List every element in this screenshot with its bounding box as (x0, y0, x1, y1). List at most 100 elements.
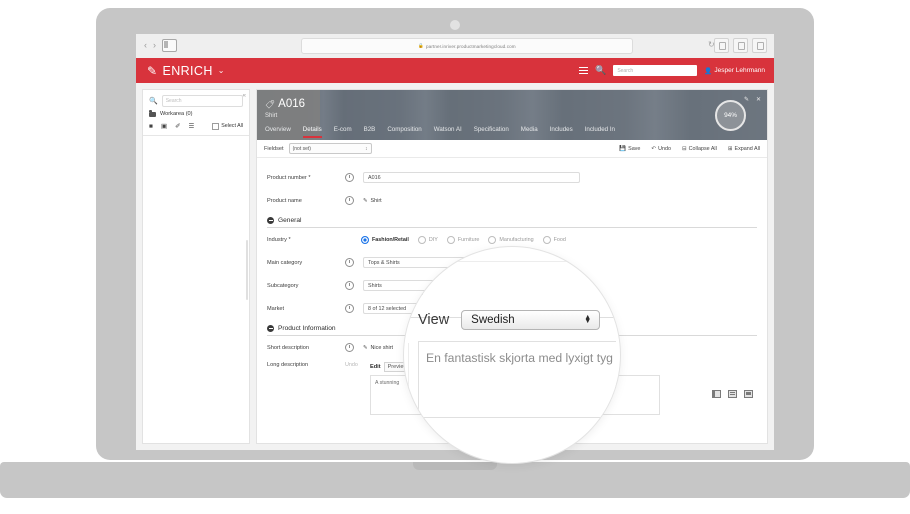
hamburger-icon[interactable] (579, 67, 588, 75)
select-all-checkbox[interactable] (212, 123, 219, 130)
radio-diy[interactable]: DIY (418, 236, 438, 244)
radio-dot (488, 236, 496, 244)
grid-view-icon[interactable]: ■ (149, 123, 153, 130)
section-general[interactable]: General (267, 217, 757, 228)
radio-label: Furniture (458, 237, 480, 243)
long-description-undo[interactable]: Undo (345, 362, 370, 368)
product-name-value-wrap[interactable]: ✎ Shirt (363, 198, 382, 204)
close-icon[interactable]: ✕ (756, 96, 761, 103)
tab-media[interactable]: Media (521, 126, 538, 138)
webcam (450, 20, 460, 30)
back-button[interactable]: ‹ (144, 38, 147, 52)
expand-icon: ⊞ (728, 146, 733, 152)
undo-icon: ↶ (651, 146, 656, 152)
magnified-divider-top (404, 261, 620, 262)
lock-icon: 🔒 (418, 43, 424, 49)
tab-includes[interactable]: Includes (550, 126, 573, 138)
save-icon: 💾 (619, 146, 626, 152)
tab-ecom[interactable]: E-com (334, 126, 352, 138)
chevron-down-icon[interactable]: ⌄ (218, 66, 225, 75)
paint-icon[interactable]: ✐ (175, 122, 180, 130)
sidebar-layout-icon[interactable] (712, 390, 721, 398)
collapse-icon: ⊟ (682, 146, 687, 152)
long-description-label: Long description (267, 362, 345, 368)
stacked-layout-icon[interactable] (728, 390, 737, 398)
magnifier-content: irts lected View Swedish ▲▼ En fantastis… (404, 247, 620, 463)
product-number-input[interactable]: A016 (363, 172, 580, 183)
expand-all-label: Expand All (735, 146, 760, 152)
fieldset-label: Fieldset (264, 146, 284, 152)
short-description-value-wrap[interactable]: ✎ Nice shirt (363, 345, 393, 351)
undo-button[interactable]: ↶ Undo (651, 146, 671, 152)
up-down-arrows-icon: ▲▼ (584, 316, 591, 324)
full-layout-icon[interactable] (744, 390, 753, 398)
toolbar-actions: 💾 Save ↶ Undo ⊟ Collapse All (619, 146, 760, 152)
save-button[interactable]: 💾 Save (619, 146, 640, 152)
product-name-label: Product name (267, 198, 345, 204)
radio-dot (543, 236, 551, 244)
history-clock-icon[interactable] (345, 281, 354, 290)
radio-dot (447, 236, 455, 244)
detail-toolbar: Fieldset (not set) 💾 Save ↶ Undo (257, 140, 767, 158)
undo-label: Undo (658, 146, 671, 152)
radio-manufacturing[interactable]: Manufacturing (488, 236, 533, 244)
collapse-all-button[interactable]: ⊟ Collapse All (682, 146, 717, 152)
radio-fashion-retail[interactable]: Fashion/Retail (361, 236, 409, 244)
magnifier-lens: irts lected View Swedish ▲▼ En fantastis… (404, 247, 620, 463)
list-view-icon[interactable]: ☰ (189, 122, 195, 130)
browser-chrome: ‹ › 🔒 partner.inriver.productmarketingcl… (136, 34, 774, 59)
language-select[interactable]: Swedish ▲▼ (461, 310, 600, 330)
sidebar-search-input[interactable]: Search (162, 95, 243, 107)
history-clock-icon[interactable] (345, 173, 354, 182)
select-all-control[interactable]: Select All (212, 123, 243, 130)
sidebar-collapse-button[interactable]: « (243, 93, 246, 99)
collapse-section-icon[interactable] (267, 325, 274, 332)
left-sidebar: « 🔍 Search Workarea (0) ■ ▣ ✐ (142, 89, 250, 444)
history-clock-icon[interactable] (345, 258, 354, 267)
laptop-base-notch (413, 462, 497, 470)
address-bar[interactable]: 🔒 partner.inriver.productmarketingcloud.… (301, 38, 633, 54)
sidebar-toggle-icon[interactable] (162, 39, 177, 52)
new-tab-icon[interactable] (752, 38, 767, 53)
sidebar-toolbar: ■ ▣ ✐ ☰ Select All (143, 117, 249, 136)
expand-all-button[interactable]: ⊞ Expand All (728, 146, 760, 152)
editor-tab-edit[interactable]: Edit (370, 364, 381, 370)
expand-icon[interactable]: ✎ (744, 96, 749, 103)
collapse-all-label: Collapse All (689, 146, 717, 152)
radio-furniture[interactable]: Furniture (447, 236, 480, 244)
tab-specification[interactable]: Specification (474, 126, 509, 138)
description-view-mode-group (712, 390, 753, 398)
product-name-value: Shirt (371, 198, 382, 204)
tab-b2b[interactable]: B2B (364, 126, 376, 138)
collapse-section-icon[interactable] (267, 217, 274, 224)
tab-composition[interactable]: Composition (387, 126, 421, 138)
magnified-description-text: En fantastisk skjorta med lyxigt tyg (426, 351, 613, 365)
history-clock-icon[interactable] (345, 304, 354, 313)
tab-details[interactable]: Details (303, 126, 322, 138)
tabs-icon[interactable] (733, 38, 748, 53)
search-icon[interactable]: 🔍 (595, 65, 606, 76)
magnified-market-fragment: lected (407, 291, 423, 297)
brand-logo[interactable]: ✎ ENRICH ⌄ (147, 64, 225, 78)
magnified-left-edge (404, 343, 409, 403)
product-id-title: 🏷 A016 (265, 98, 305, 110)
tab-watson-ai[interactable]: Watson AI (434, 126, 462, 138)
forward-button[interactable]: › (153, 38, 156, 52)
history-clock-icon[interactable] (345, 343, 354, 352)
radio-food[interactable]: Food (543, 236, 566, 244)
global-search-input[interactable]: Search (613, 65, 697, 76)
brand-name: ENRICH (162, 64, 212, 78)
sidebar-scrollbar[interactable] (246, 240, 248, 300)
share-icon[interactable] (714, 38, 729, 53)
tab-overview[interactable]: Overview (265, 126, 291, 138)
product-number-label: Product number * (267, 175, 345, 181)
address-bar-url: partner.inriver.productmarketingcloud.co… (426, 44, 516, 49)
sidebar-workarea-item[interactable]: Workarea (0) (143, 107, 249, 117)
tab-included-in[interactable]: Included In (585, 126, 615, 138)
view-label: View (418, 312, 449, 328)
history-clock-icon[interactable] (345, 196, 354, 205)
user-menu[interactable]: 👤 Jesper Lehrmann (704, 67, 765, 75)
card-view-icon[interactable]: ▣ (161, 122, 167, 130)
fieldset-select[interactable]: (not set) (289, 143, 372, 154)
radio-label: Food (554, 237, 566, 243)
